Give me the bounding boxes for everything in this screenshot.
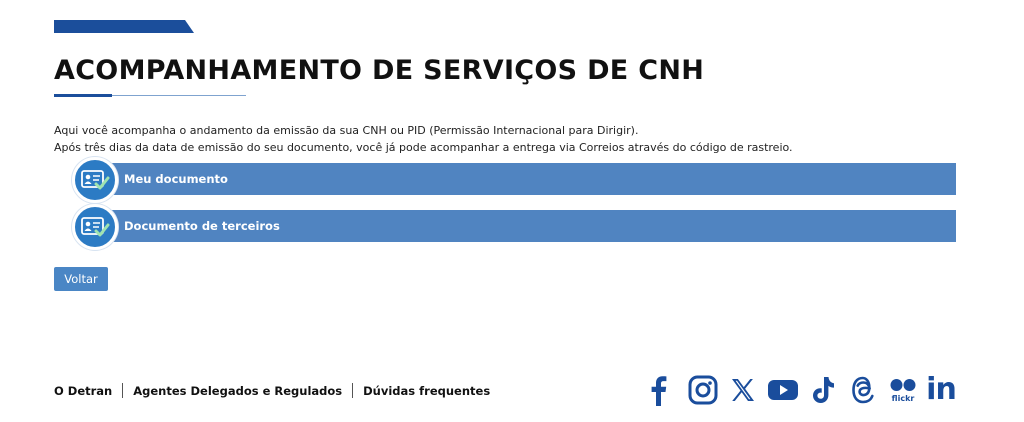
facebook-icon[interactable]: [640, 372, 676, 408]
intro-line-2: Após três dias da data de emissão do seu…: [54, 141, 793, 154]
linkedin-icon[interactable]: in: [923, 372, 959, 408]
social-links: flickr in: [640, 372, 959, 408]
linkedin-label: in: [926, 372, 957, 407]
youtube-icon[interactable]: [765, 372, 801, 408]
threads-icon[interactable]: [845, 372, 881, 408]
footer-link-agents[interactable]: Agentes Delegados e Regulados: [133, 384, 342, 398]
intro-text: Aqui você acompanha o andamento da emiss…: [54, 122, 793, 156]
flickr-label: flickr: [891, 393, 915, 403]
x-twitter-icon[interactable]: [725, 372, 761, 408]
service-third-party-document[interactable]: Documento de terceiros: [96, 210, 956, 242]
service-third-party-label: Documento de terceiros: [124, 219, 280, 233]
title-underline-dark: [54, 94, 112, 97]
service-my-document[interactable]: Meu documento: [96, 163, 956, 195]
instagram-icon[interactable]: [685, 372, 721, 408]
back-button[interactable]: Voltar: [54, 267, 108, 291]
service-my-document-label: Meu documento: [124, 172, 228, 186]
footer-link-detran[interactable]: O Detran: [54, 384, 112, 398]
footer-separator: [352, 383, 354, 398]
intro-line-1: Aqui você acompanha o andamento da emiss…: [54, 124, 639, 137]
title-underline-light: [112, 95, 246, 96]
footer-link-faq[interactable]: Dúvidas frequentes: [363, 384, 490, 398]
footer-separator: [122, 383, 124, 398]
flickr-icon[interactable]: flickr: [885, 372, 921, 408]
footer-nav: O Detran Agentes Delegados e Regulados D…: [54, 383, 490, 398]
document-check-icon[interactable]: [72, 157, 118, 203]
title-underline: [54, 94, 246, 97]
header-accent-bar: [54, 20, 194, 33]
tiktok-icon[interactable]: [805, 372, 841, 408]
document-check-icon[interactable]: [72, 204, 118, 250]
page-title: ACOMPANHAMENTO DE SERVIÇOS DE CNH: [54, 55, 705, 86]
